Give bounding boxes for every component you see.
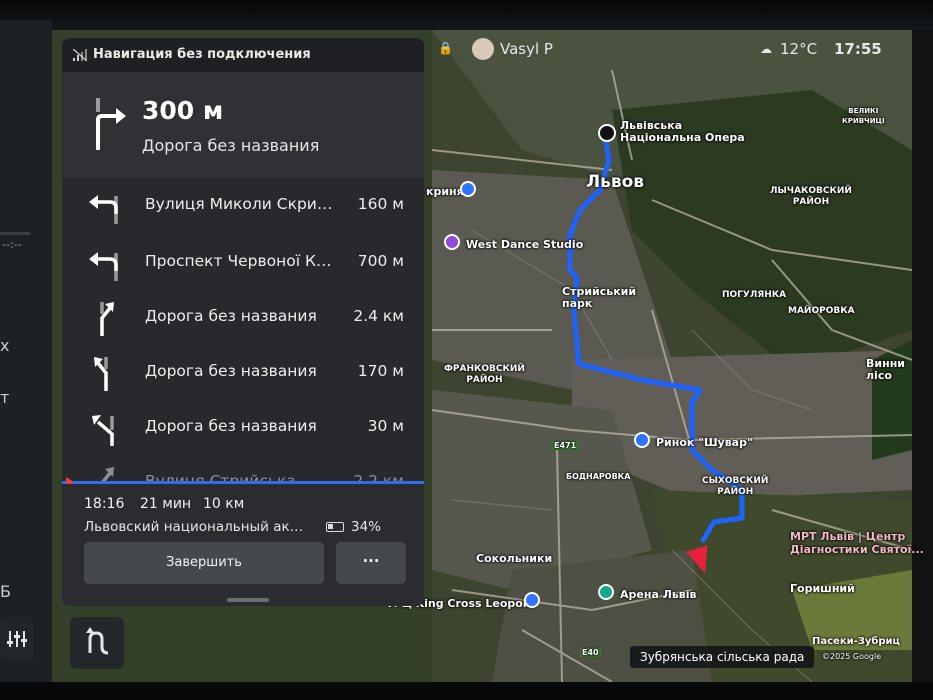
map-label-opera: Львівська Національна Опера xyxy=(620,119,745,144)
car-display: --:-- х т Б 🔒 Vasyl P ☁ 12°C 17:55 Львів… xyxy=(0,0,933,700)
turn-right-icon xyxy=(96,98,126,150)
origin-pin[interactable] xyxy=(598,124,616,142)
no-signal-icon xyxy=(73,49,87,61)
map-label-vynnyky: Винни лісо xyxy=(866,357,905,382)
step-road: Дорога без названия xyxy=(145,417,317,435)
slight-left-icon xyxy=(94,357,108,391)
route-options-button[interactable] xyxy=(70,617,124,669)
poi-pin-arena[interactable] xyxy=(598,584,614,600)
panel-header: Навигация без подключения xyxy=(62,38,424,72)
sharp-left-icon xyxy=(92,415,114,446)
left-media-strip[interactable]: --:-- х т Б xyxy=(0,20,52,682)
panel-drag-handle[interactable] xyxy=(227,598,269,602)
map-label-maiorivka: МАЙОРОВКА xyxy=(788,306,855,316)
map-label-frankivskyi: ФРАНКОВСКИЙ РАЙОН xyxy=(444,364,525,385)
poi-pin-mall[interactable] xyxy=(524,592,540,608)
route-icon xyxy=(86,627,109,655)
list-item[interactable]: Дорога без названия 170 м xyxy=(62,345,424,399)
current-road: Дорога без названия xyxy=(142,136,320,155)
battery-icon xyxy=(326,522,344,532)
step-distance: 700 м xyxy=(357,252,404,270)
map-label-west-dance: West Dance Studio xyxy=(466,238,584,251)
lock-icon[interactable]: 🔒 xyxy=(438,41,453,55)
strip-progress-line xyxy=(0,232,30,235)
current-maneuver[interactable]: 300 м Дорога без названия xyxy=(62,72,424,178)
turn-left-icon xyxy=(89,195,118,224)
battery-at-arrival: 34% xyxy=(351,519,382,535)
temperature: 12°C xyxy=(780,40,818,58)
equalizer-button[interactable] xyxy=(0,617,34,661)
poi-pin-dance[interactable] xyxy=(444,234,460,250)
step-road: Дорога без названия xyxy=(145,307,317,325)
screen-bezel-top xyxy=(0,0,933,30)
strip-char-1: х xyxy=(0,336,10,355)
maneuver-list[interactable]: Вулиця Миколи Скри… 160 м Проспект Черво… xyxy=(62,178,424,484)
map-label-paseky: Пасеки-Зубриц xyxy=(812,636,900,647)
map-label-bodnarivka: БОДНАРОВКА xyxy=(566,472,631,481)
trip-distance: 10 км xyxy=(203,496,245,512)
arrival-time: 18:16 xyxy=(84,496,125,512)
step-road: Вулиця Миколи Скри… xyxy=(145,195,333,213)
step-distance: 160 м xyxy=(357,195,404,213)
avatar[interactable] xyxy=(472,38,494,60)
step-distance: 170 м xyxy=(357,362,404,380)
list-item[interactable]: Дорога без названия 30 м xyxy=(62,400,424,454)
map-label-e471: E471 xyxy=(552,441,579,450)
map-label-rynok: Ринок "Шувар" xyxy=(656,436,753,449)
step-distance: 2.4 км xyxy=(353,307,404,325)
map-label-kryn: криня xyxy=(426,185,464,198)
step-distance: 30 м xyxy=(367,417,404,435)
list-item[interactable]: Дорога без названия 2.4 км xyxy=(62,290,424,344)
map-label-stryi-park: Стрийський парк xyxy=(562,285,637,310)
map-copyright: ©2025 Google xyxy=(822,652,882,661)
list-item[interactable]: Вулиця Миколи Скри… 160 м xyxy=(62,178,424,232)
list-item[interactable]: Проспект Червоної К… 700 м xyxy=(62,235,424,289)
list-item[interactable]: Вулиця Стрийська 2.2 км xyxy=(62,455,424,484)
user-name[interactable]: Vasyl P xyxy=(500,40,553,58)
map-label-arena: Арена Львів xyxy=(620,588,697,601)
status-bar: 🔒 Vasyl P ☁ 12°C 17:55 xyxy=(430,38,910,64)
current-distance: 300 м xyxy=(142,96,224,125)
screen-bezel-bottom xyxy=(0,682,933,700)
poi-pin-blue[interactable] xyxy=(460,181,476,197)
finish-navigation-button[interactable]: Завершить xyxy=(84,542,324,584)
map-label-sykhiv: СЫХОВСКИЙ РАЙОН xyxy=(702,476,769,497)
cloud-icon: ☁ xyxy=(760,42,772,56)
region-name-pill: Зубрянська сільська рада xyxy=(630,646,815,668)
map-label-velyki: ВЕЛИКІ КРИВЧИЦІ xyxy=(842,107,885,125)
slight-right-icon xyxy=(100,302,114,336)
map-label-e40: E40 xyxy=(580,648,601,657)
sliders-icon xyxy=(7,631,27,647)
poi-pin-market[interactable] xyxy=(634,432,650,448)
offline-nav-title: Навигация без подключения xyxy=(93,47,311,62)
map-label-pohulianka: ПОГУЛЯНКА xyxy=(722,290,787,300)
map-label-sokilnyky: Сокольники xyxy=(476,552,553,565)
map-label-horyshnii: Горишний xyxy=(790,582,855,595)
map-label-mrt: МРТ Львів | Центр Діагностики Святої... xyxy=(790,530,924,556)
map-label-city: Львов xyxy=(586,172,645,192)
more-options-button[interactable]: ··· xyxy=(336,542,406,584)
navigation-panel: Навигация без подключения 300 м Дорога б… xyxy=(62,38,424,606)
strip-time-text: --:-- xyxy=(2,238,22,251)
step-road: Дорога без названия xyxy=(145,362,317,380)
clock: 17:55 xyxy=(834,40,882,58)
map-label-lychakiv: ЛЫЧАКОВСКИЙ РАЙОН xyxy=(770,186,852,207)
destination-name: Львовский национальный ак… xyxy=(84,519,304,535)
trip-duration: 21 мин xyxy=(140,496,192,512)
step-road: Проспект Червоної К… xyxy=(145,252,332,270)
trip-summary: 18:16 21 мин 10 км Львовский национальны… xyxy=(62,484,424,606)
strip-char-2: т xyxy=(0,388,10,407)
strip-char-3: Б xyxy=(0,582,11,601)
turn-left-icon xyxy=(89,252,118,281)
